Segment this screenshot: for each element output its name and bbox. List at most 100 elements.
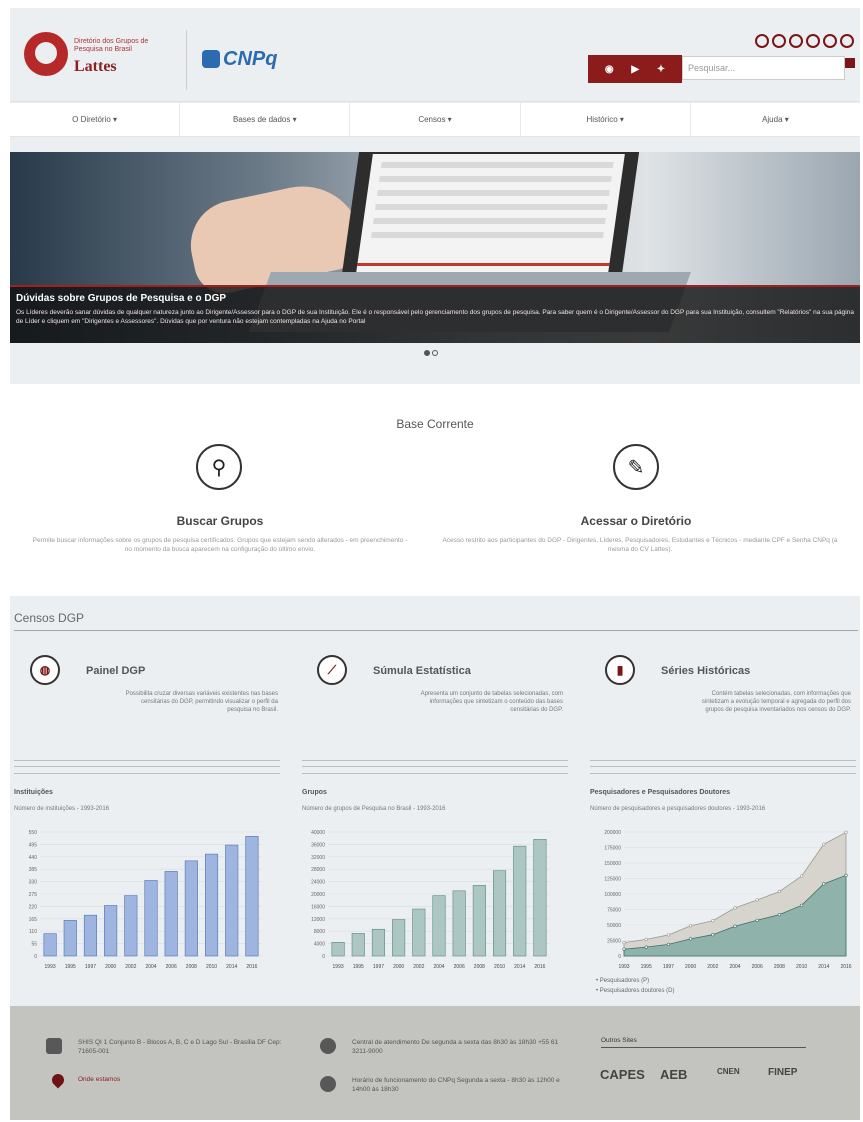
footer-map-link[interactable]: Onde estamos — [78, 1076, 120, 1083]
data-point[interactable] — [644, 945, 648, 949]
x-tick-label: 1993 — [333, 964, 344, 970]
bar[interactable] — [432, 895, 446, 957]
hero-title[interactable]: Dúvidas sobre Grupos de Pesquisa e o DGP — [16, 293, 854, 304]
acessar-diretorio-link[interactable]: Acessar o Diretório — [546, 514, 726, 528]
line-chart-icon[interactable]: ⟋ — [317, 655, 347, 685]
data-point[interactable] — [622, 941, 626, 945]
y-tick-label: 16000 — [311, 904, 325, 910]
data-point[interactable] — [777, 912, 781, 917]
data-point[interactable] — [688, 937, 693, 941]
data-point[interactable] — [666, 933, 670, 937]
bar[interactable] — [412, 908, 426, 957]
bar[interactable] — [164, 871, 178, 957]
hero-carousel[interactable]: Dúvidas sobre Grupos de Pesquisa e o DGP… — [10, 152, 860, 343]
bar[interactable] — [452, 890, 466, 957]
search-input[interactable]: Pesquisar... — [682, 56, 845, 80]
nav-item-diretorio[interactable]: O Diretório ▾ — [10, 103, 181, 136]
cnpq-logo[interactable]: CNPq — [202, 48, 277, 71]
y-tick-label: 32000 — [311, 855, 325, 861]
data-point[interactable] — [800, 874, 804, 878]
data-point[interactable] — [688, 924, 693, 928]
rss-icon[interactable]: ◉ — [605, 64, 614, 75]
youtube-icon[interactable]: ▶ — [631, 64, 639, 75]
nav-item-historico[interactable]: Histórico ▾ — [521, 103, 691, 136]
buscar-grupos-desc: Permite buscar informações sobre os grup… — [32, 537, 408, 553]
search-icon[interactable]: ⚲ — [196, 444, 242, 490]
legend-item-d[interactable]: • Pesquisadores doutores (D) — [596, 988, 675, 994]
data-point[interactable] — [711, 919, 715, 923]
contrast-icon[interactable] — [755, 34, 769, 48]
bar[interactable] — [83, 914, 98, 957]
footer-address: SHIS QI 1 Conjunto B - Blocos A, B, C e … — [78, 1039, 282, 1055]
nav-item-bases[interactable]: Bases de dados ▾ — [180, 103, 351, 136]
twitter-icon[interactable]: ✦ — [657, 64, 665, 75]
painel-dgp-link[interactable]: Painel DGP — [86, 665, 145, 677]
partner-aeb[interactable]: AEB — [660, 1067, 687, 1082]
bar[interactable] — [331, 942, 345, 957]
carousel-dots — [424, 350, 438, 356]
partner-finep[interactable]: FINEP — [768, 1067, 797, 1078]
data-point[interactable] — [800, 903, 804, 907]
data-point[interactable] — [666, 942, 670, 946]
bar[interactable] — [124, 895, 138, 957]
bar[interactable] — [184, 860, 198, 957]
nav-item-censos[interactable]: Censos ▾ — [350, 103, 521, 136]
dgp-logo[interactable]: Diretório dos Grupos de Pesquisa no Bras… — [24, 32, 176, 80]
search-button[interactable] — [845, 58, 855, 68]
sumula-estatistica-link[interactable]: Súmula Estatística — [373, 665, 471, 677]
partner-capes[interactable]: CAPES — [600, 1067, 645, 1082]
font-reset-icon[interactable] — [806, 34, 820, 48]
bar[interactable] — [43, 933, 57, 957]
globe-icon[interactable]: ◍ — [30, 655, 60, 685]
bar[interactable] — [392, 919, 406, 957]
data-point[interactable] — [733, 906, 737, 910]
series-historicas-link[interactable]: Séries Históricas — [661, 665, 750, 677]
data-point[interactable] — [622, 947, 626, 951]
data-point[interactable] — [711, 933, 715, 937]
bar[interactable] — [104, 905, 118, 957]
font-decrease-icon[interactable] — [789, 34, 803, 48]
data-point[interactable] — [755, 898, 759, 902]
data-point[interactable] — [777, 889, 781, 894]
data-point[interactable] — [844, 830, 848, 834]
x-tick-label: 2004 — [145, 964, 156, 970]
partner-cnen[interactable]: CNEN — [717, 1067, 740, 1076]
x-tick-label: 2002 — [125, 964, 136, 970]
bar[interactable] — [533, 839, 547, 957]
y-tick-label: 50000 — [607, 923, 621, 929]
bar[interactable] — [144, 880, 158, 957]
footer-others-rule — [601, 1047, 806, 1048]
data-point[interactable] — [644, 937, 648, 941]
bar[interactable] — [492, 870, 507, 957]
data-point[interactable] — [755, 918, 759, 922]
data-point[interactable] — [822, 842, 826, 846]
y-tick-label: 40000 — [311, 830, 325, 836]
data-point[interactable] — [822, 882, 826, 886]
libras-icon[interactable] — [823, 34, 837, 48]
bar[interactable] — [351, 933, 365, 957]
y-tick-label: 28000 — [311, 867, 325, 873]
y-tick-label: 110 — [29, 929, 37, 935]
bar[interactable] — [371, 928, 386, 957]
bar-chart-icon[interactable]: ▮ — [605, 655, 635, 685]
censos-divider — [14, 630, 858, 631]
bar[interactable] — [472, 885, 486, 957]
carousel-dot-1[interactable] — [424, 350, 430, 356]
bar[interactable] — [63, 920, 77, 957]
bar[interactable] — [204, 853, 219, 957]
bar[interactable] — [513, 845, 527, 957]
carousel-dot-2[interactable] — [432, 350, 438, 356]
help-icon[interactable] — [840, 34, 854, 48]
x-tick-label: 2006 — [166, 964, 177, 970]
bar[interactable] — [245, 835, 259, 957]
bar[interactable] — [225, 844, 239, 957]
legend-label-p: Pesquisadores (P) — [599, 978, 650, 984]
pencil-icon[interactable]: ✎ — [613, 444, 659, 490]
data-point[interactable] — [733, 924, 737, 928]
buscar-grupos-link[interactable]: Buscar Grupos — [130, 514, 310, 528]
font-increase-icon[interactable] — [772, 34, 786, 48]
data-point[interactable] — [844, 873, 848, 877]
x-tick-label: 2002 — [707, 964, 718, 970]
nav-item-ajuda[interactable]: Ajuda ▾ — [691, 103, 860, 136]
legend-item-p[interactable]: • Pesquisadores (P) — [596, 978, 649, 984]
